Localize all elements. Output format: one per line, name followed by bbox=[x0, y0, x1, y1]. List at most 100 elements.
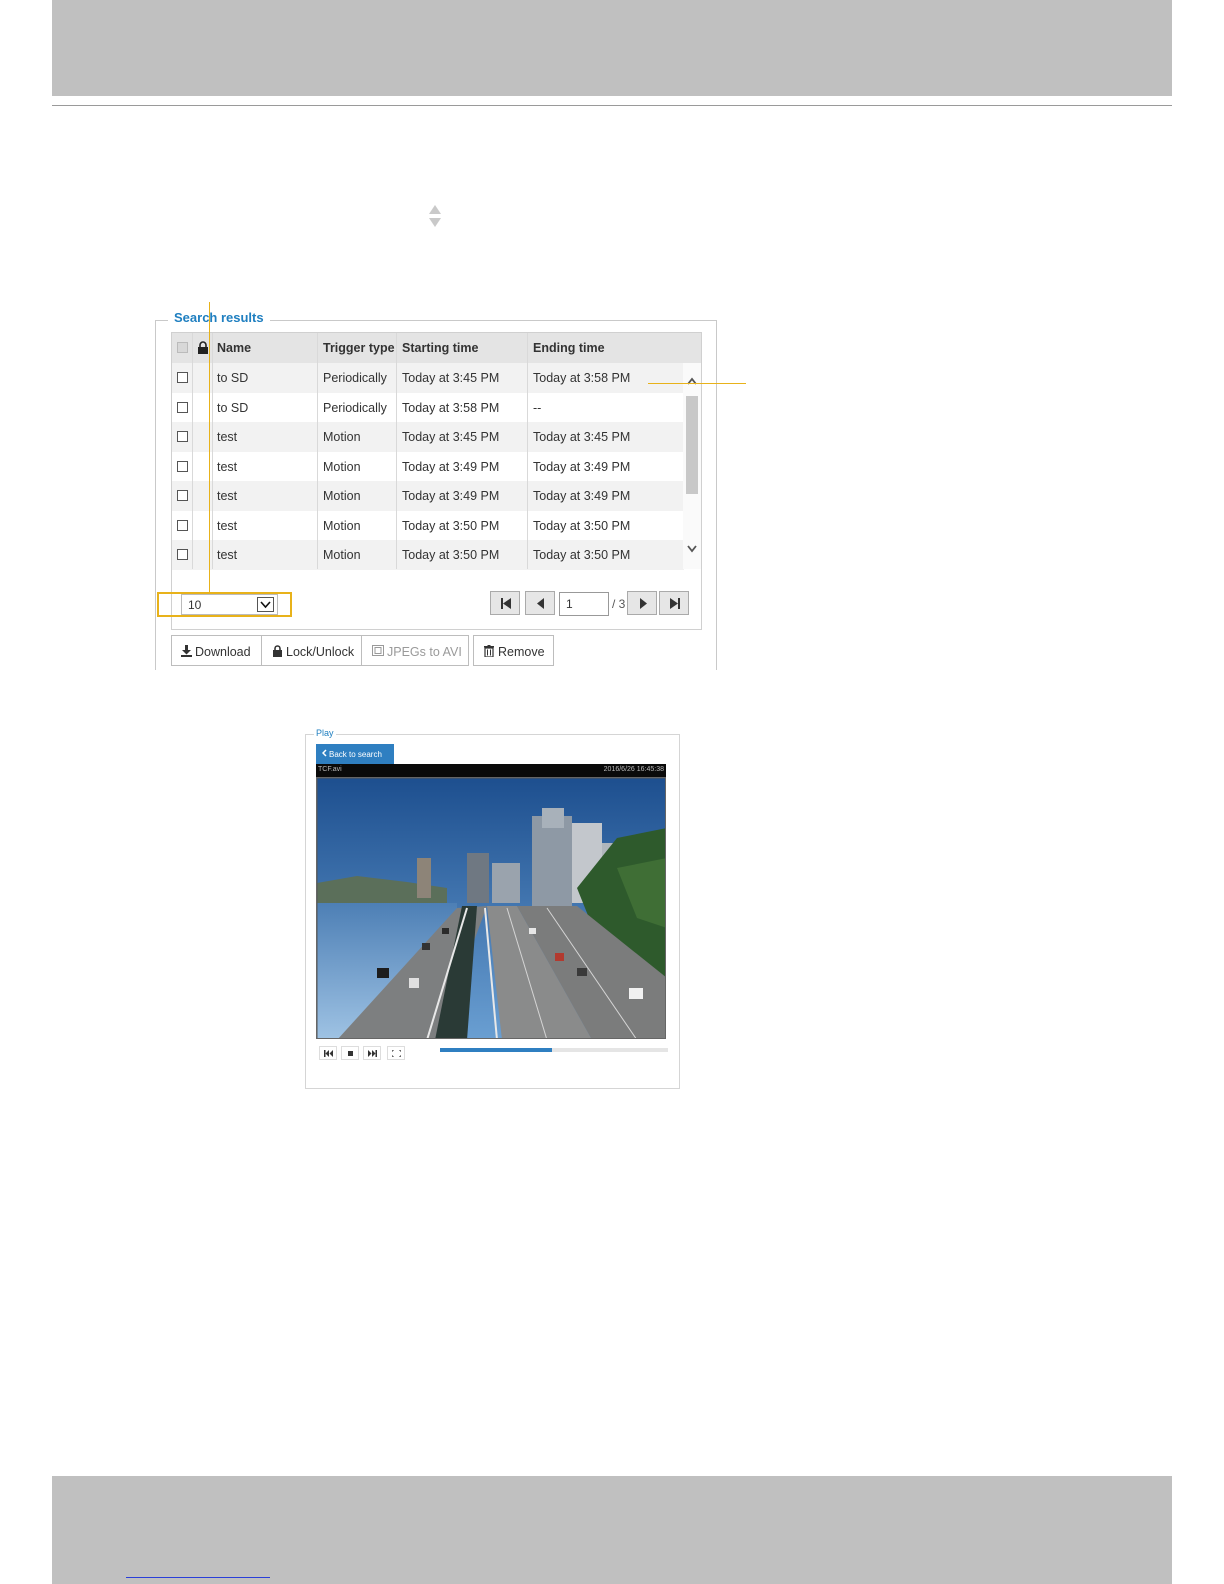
scrollbar-thumb[interactable] bbox=[686, 396, 698, 494]
cell-starting-time: Today at 3:45 PM bbox=[402, 430, 500, 444]
row-checkbox[interactable] bbox=[177, 431, 188, 442]
back-to-search-button[interactable]: Back to search bbox=[316, 744, 394, 764]
column-separator bbox=[212, 333, 213, 569]
cell-name: to SD bbox=[217, 371, 249, 385]
table-row[interactable]: test Motion Today at 3:45 PM Today at 3:45 … bbox=[172, 422, 684, 452]
row-checkbox[interactable] bbox=[177, 519, 188, 531]
page-header-band bbox=[52, 0, 1172, 96]
column-separator bbox=[527, 333, 528, 569]
row-checkbox[interactable] bbox=[177, 372, 188, 383]
play-legend: Play bbox=[314, 728, 336, 738]
table-header: Name Trigger type Starting time Ending t… bbox=[172, 333, 701, 363]
cell-name: test bbox=[217, 548, 238, 562]
column-separator bbox=[317, 333, 318, 569]
first-page-icon bbox=[501, 598, 511, 609]
annotation-highlight bbox=[157, 592, 292, 617]
cell-trigger-type: Motion bbox=[323, 459, 361, 474]
table-row[interactable]: test Motion Today at 3:50 PM Today at 3:50 … bbox=[172, 540, 684, 570]
cell-ending-time: Today at 3:49 PM bbox=[533, 489, 631, 503]
cell-starting-time: Today at 3:58 PM bbox=[402, 400, 500, 415]
row-checkbox[interactable] bbox=[177, 490, 188, 501]
lock-unlock-button[interactable]: Lock/Unlock bbox=[261, 635, 362, 666]
cell-ending-time: Today at 3:50 PM bbox=[533, 548, 631, 562]
table-row[interactable]: to SD Periodically Today at 3:58 PM -- bbox=[172, 392, 684, 423]
video-player[interactable] bbox=[316, 777, 666, 1039]
playback-progress-bar[interactable] bbox=[440, 1048, 668, 1052]
cell-starting-time: Today at 3:49 PM bbox=[402, 459, 500, 474]
jpegs-to-avi-button[interactable]: JPEGs to AVI bbox=[361, 635, 469, 666]
search-results-legend: Search results bbox=[168, 310, 270, 325]
stop-icon bbox=[348, 1051, 353, 1056]
cell-trigger-type: Periodically bbox=[323, 371, 387, 385]
playback-progress-fill bbox=[440, 1048, 552, 1052]
highway-city-video-frame bbox=[317, 778, 665, 1038]
scroll-down-icon[interactable] bbox=[687, 545, 697, 553]
cell-ending-time: Today at 3:58 PM bbox=[533, 371, 631, 385]
skip-forward-icon bbox=[368, 1050, 377, 1057]
row-checkbox[interactable] bbox=[177, 401, 188, 413]
previous-page-icon bbox=[537, 598, 544, 609]
skip-back-icon bbox=[324, 1050, 333, 1057]
table-scrollbar[interactable] bbox=[683, 363, 701, 569]
column-separator bbox=[396, 333, 397, 569]
remove-button[interactable]: Remove bbox=[473, 635, 554, 666]
cell-starting-time: Today at 3:49 PM bbox=[402, 489, 500, 503]
video-info-bar: TCF.avi 2016/6/26 16:45:38 bbox=[316, 764, 666, 777]
next-page-icon bbox=[640, 598, 647, 609]
column-header-trigger-type[interactable]: Trigger type bbox=[323, 341, 395, 355]
column-header-ending-time[interactable]: Ending time bbox=[533, 341, 605, 355]
cell-ending-time: -- bbox=[533, 400, 542, 415]
fullscreen-icon bbox=[392, 1050, 401, 1057]
cell-starting-time: Today at 3:45 PM bbox=[402, 371, 500, 385]
last-page-button[interactable] bbox=[659, 591, 689, 615]
download-icon bbox=[181, 645, 192, 657]
cell-name: test bbox=[217, 489, 238, 503]
cell-ending-time: Today at 3:50 PM bbox=[533, 518, 631, 533]
cell-name: test bbox=[217, 459, 238, 474]
cell-ending-time: Today at 3:45 PM bbox=[533, 430, 631, 444]
video-file-label: TCF.avi bbox=[318, 766, 342, 773]
column-header-starting-time[interactable]: Starting time bbox=[402, 341, 478, 355]
column-separator bbox=[192, 333, 193, 569]
annotation-leader-line bbox=[209, 302, 210, 592]
select-all-checkbox[interactable] bbox=[177, 342, 188, 353]
header-divider bbox=[52, 105, 1172, 106]
total-pages: / 3 bbox=[612, 597, 626, 611]
column-header-name[interactable]: Name bbox=[217, 341, 251, 355]
video-timestamp: 2016/6/26 16:45:38 bbox=[603, 766, 664, 773]
cell-ending-time: Today at 3:49 PM bbox=[533, 459, 631, 474]
cell-trigger-type: Motion bbox=[323, 489, 361, 503]
chevron-left-icon bbox=[322, 749, 327, 757]
table-row[interactable]: test Motion Today at 3:49 PM Today at 3:49 … bbox=[172, 481, 684, 511]
trash-icon bbox=[484, 645, 494, 657]
first-page-button[interactable] bbox=[490, 591, 520, 615]
cell-name: test bbox=[217, 430, 238, 444]
cell-starting-time: Today at 3:50 PM bbox=[402, 548, 500, 562]
cell-starting-time: Today at 3:50 PM bbox=[402, 518, 500, 533]
skip-forward-button[interactable] bbox=[363, 1046, 381, 1060]
footer-link[interactable] bbox=[126, 1565, 270, 1578]
skip-back-button[interactable] bbox=[319, 1046, 337, 1060]
table-row[interactable]: test Motion Today at 3:49 PM Today at 3:49 … bbox=[172, 451, 684, 482]
next-page-button[interactable] bbox=[627, 591, 657, 615]
cell-trigger-type: Motion bbox=[323, 518, 361, 533]
row-checkbox[interactable] bbox=[177, 460, 188, 472]
annotation-leader-line bbox=[648, 383, 746, 384]
cell-name: to SD bbox=[217, 400, 249, 415]
results-table: Name Trigger type Starting time Ending t… bbox=[171, 332, 702, 630]
cell-trigger-type: Motion bbox=[323, 548, 361, 562]
page-number-input[interactable] bbox=[559, 592, 609, 616]
stop-button[interactable] bbox=[341, 1046, 359, 1060]
download-button[interactable]: Download bbox=[171, 635, 262, 666]
previous-page-button[interactable] bbox=[525, 591, 555, 615]
cell-trigger-type: Motion bbox=[323, 430, 361, 444]
table-row[interactable]: test Motion Today at 3:50 PM Today at 3:50 … bbox=[172, 510, 684, 541]
fullscreen-button[interactable] bbox=[387, 1046, 405, 1060]
cell-name: test bbox=[217, 518, 238, 533]
table-row[interactable]: to SD Periodically Today at 3:45 PM Today a… bbox=[172, 363, 684, 393]
lock-icon[interactable] bbox=[197, 341, 209, 354]
last-page-icon bbox=[670, 598, 680, 609]
cell-trigger-type: Periodically bbox=[323, 400, 387, 415]
row-checkbox[interactable] bbox=[177, 549, 188, 560]
lock-icon bbox=[273, 645, 282, 657]
